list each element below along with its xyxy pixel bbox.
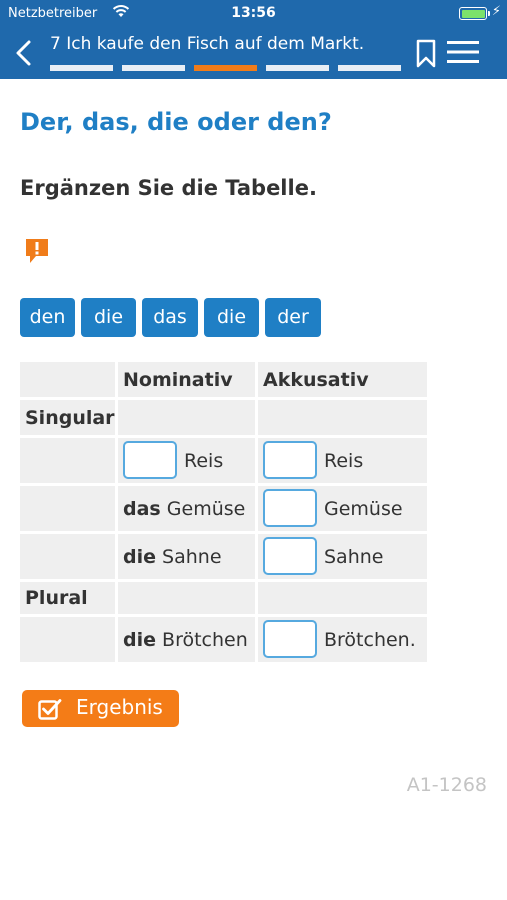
akkusativ-article-input-broetchen[interactable]: [263, 620, 317, 658]
group-singular: Singular: [20, 400, 115, 435]
group-plural: Plural: [20, 582, 115, 614]
table-row-label: [20, 486, 115, 531]
noun-reis: Reis: [184, 449, 224, 472]
back-chevron-icon[interactable]: [12, 38, 36, 68]
lesson-title: 7 Ich kaufe den Fisch auf dem Markt.: [50, 34, 365, 54]
table-cell-empty: [258, 582, 427, 614]
word-chip[interactable]: das: [142, 298, 198, 337]
akkusativ-cell-broetchen: Brötchen.: [258, 617, 427, 662]
akkusativ-article-input-sahne[interactable]: [263, 537, 317, 575]
table-cell-empty: [258, 400, 427, 435]
akk-noun-reis: Reis: [324, 449, 364, 472]
group-singular-label: Singular: [25, 406, 115, 429]
header-nominativ: Nominativ: [118, 362, 255, 397]
nominativ-cell-sahne: die Sahne: [118, 534, 255, 579]
progress-segment: [266, 65, 329, 71]
bookmark-icon[interactable]: [415, 39, 437, 68]
akk-noun-gemuese: Gemüse: [324, 497, 403, 520]
article-die: die: [123, 628, 156, 651]
menu-icon[interactable]: [447, 40, 479, 64]
progress-segment: [338, 65, 401, 71]
akk-noun-sahne: Sahne: [324, 545, 384, 568]
noun-sahne: Sahne: [162, 545, 222, 568]
nominativ-text-gemuese: das Gemüse: [123, 498, 245, 520]
status-bar: Netzbetreiber 13:56 ⚡: [0, 0, 507, 28]
akkusativ-cell-gemuese: Gemüse: [258, 486, 427, 531]
clock: 13:56: [231, 5, 276, 21]
table-cell-empty: [118, 400, 255, 435]
table-row-label: [20, 534, 115, 579]
akkusativ-cell-sahne: Sahne: [258, 534, 427, 579]
nominativ-cell-reis: Reis: [118, 438, 255, 483]
nominativ-article-input-reis[interactable]: [123, 441, 177, 479]
table-row-label: [20, 438, 115, 483]
word-chip[interactable]: die: [81, 298, 136, 337]
exercise-instruction: Ergänzen Sie die Tabelle.: [20, 176, 317, 200]
word-chip[interactable]: der: [265, 298, 321, 337]
result-button[interactable]: Ergebnis: [22, 690, 179, 727]
battery-icon: [459, 7, 487, 20]
akkusativ-article-input-gemuese[interactable]: [263, 489, 317, 527]
nominativ-cell-gemuese: das Gemüse: [118, 486, 255, 531]
akkusativ-article-input-reis[interactable]: [263, 441, 317, 479]
result-button-label: Ergebnis: [76, 695, 163, 719]
table-row-label: [20, 617, 115, 662]
header-akkusativ-label: Akkusativ: [263, 368, 369, 391]
checkbox-icon: [38, 699, 62, 720]
header-nominativ-label: Nominativ: [123, 368, 233, 391]
group-plural-label: Plural: [25, 587, 88, 609]
nominativ-cell-broetchen: die Brötchen: [118, 617, 255, 662]
charging-icon: ⚡: [491, 4, 501, 19]
word-chip[interactable]: die: [204, 298, 259, 337]
noun-broetchen: Brötchen: [162, 628, 248, 651]
akk-noun-broetchen: Brötchen.: [324, 628, 416, 651]
noun-gemuese: Gemüse: [166, 497, 246, 520]
exercise-code: A1-1268: [406, 774, 487, 796]
app-header: Netzbetreiber 13:56 ⚡ 7 Ich kaufe den Fi…: [0, 0, 507, 79]
exclamation-speech-bubble-icon[interactable]: [24, 237, 50, 265]
progress-segment: [122, 65, 185, 71]
table-cell-empty: [118, 582, 255, 614]
header-akkusativ: Akkusativ: [258, 362, 427, 397]
lesson-progress: [50, 65, 402, 71]
article-die: die: [123, 545, 156, 568]
article-das: das: [123, 497, 161, 520]
nominativ-text-broetchen: die Brötchen: [123, 629, 248, 651]
progress-segment: [50, 65, 113, 71]
battery-tip: [488, 11, 490, 16]
akkusativ-cell-reis: Reis: [258, 438, 427, 483]
nominativ-text-sahne: die Sahne: [123, 546, 222, 568]
progress-segment-active: [194, 65, 257, 71]
exercise-heading: Der, das, die oder den?: [20, 108, 332, 136]
table-corner-cell: [20, 362, 115, 397]
word-chip[interactable]: den: [20, 298, 75, 337]
